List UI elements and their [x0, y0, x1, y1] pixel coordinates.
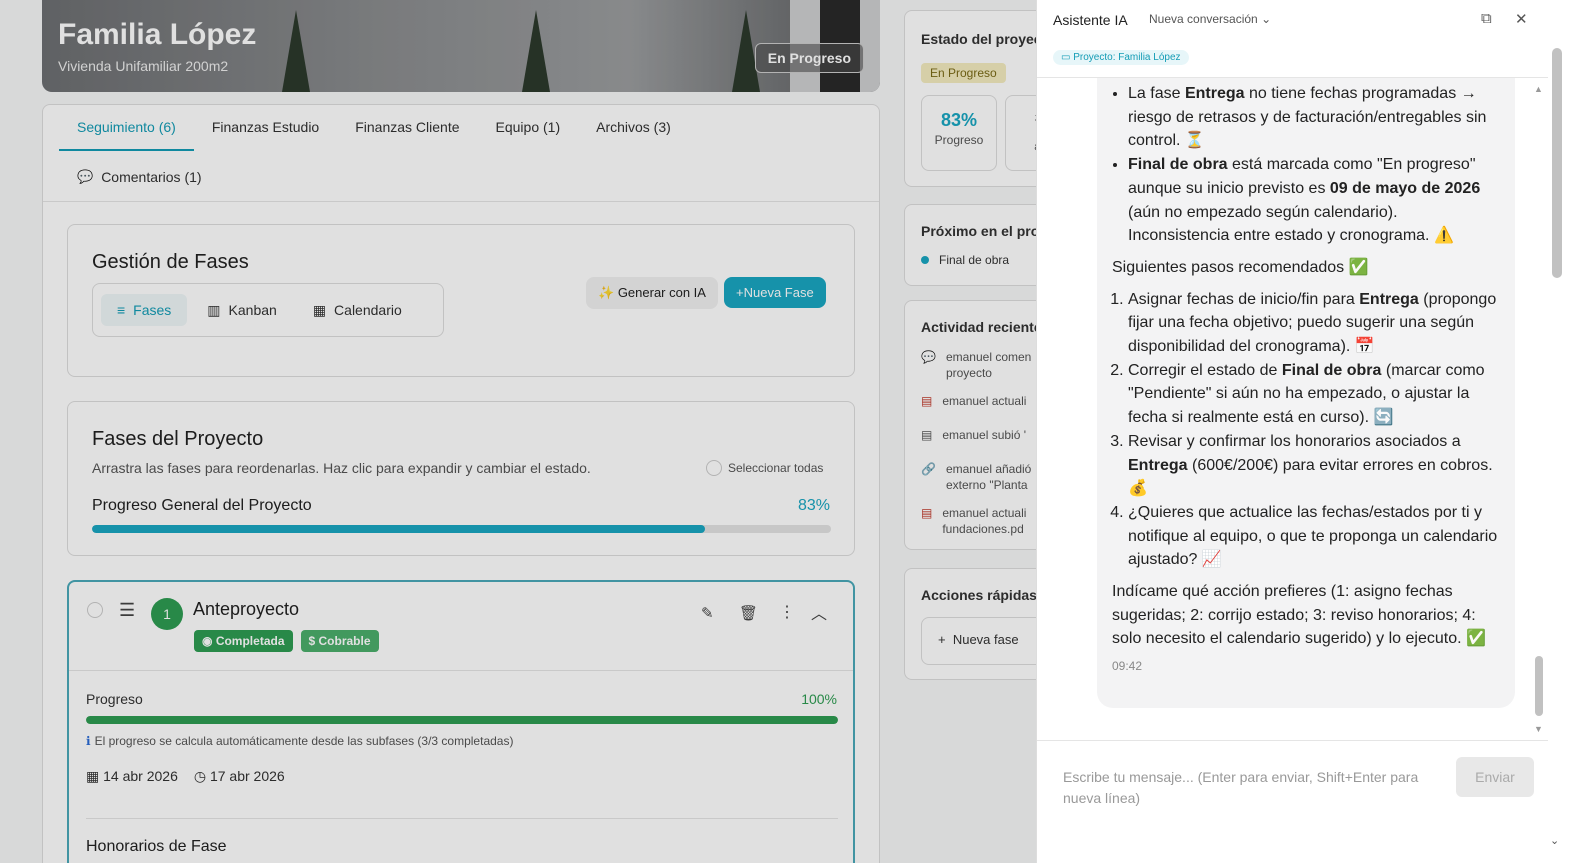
next-steps-list: Asignar fechas de inicio/fin para Entreg…	[1112, 288, 1500, 572]
assistant-panel: Asistente IA Nueva conversación ⌄ ⧉ ✕ ▭ …	[1036, 0, 1549, 863]
project-context-chip[interactable]: ▭ Proyecto: Familia López	[1053, 50, 1189, 65]
composer: Escribe tu mensaje... (Enter para enviar…	[1037, 740, 1549, 863]
message-bullets: La fase Entrega no tiene fechas programa…	[1112, 82, 1500, 248]
message-bullet: Final de obra está marcada como "En prog…	[1128, 153, 1500, 248]
next-step: Revisar y confirmar los honorarios asoci…	[1128, 430, 1500, 501]
conversation-dropdown[interactable]: Nueva conversación ⌄	[1149, 12, 1271, 26]
text-span: (aún no empezado según calendario). Inco…	[1128, 203, 1454, 245]
page-scroll-down-icon[interactable]: ⌄	[1550, 834, 1559, 847]
assistant-message: La fase Entrega no tiene fechas programa…	[1097, 78, 1515, 708]
message-scrollbar[interactable]: ▲ ▼	[1534, 84, 1544, 734]
message-timestamp: 09:42	[1112, 659, 1143, 674]
scrollbar-thumb[interactable]	[1535, 656, 1543, 716]
modal-overlay[interactable]	[0, 0, 1036, 863]
open-external-icon[interactable]: ⧉	[1481, 10, 1492, 27]
chevron-down-icon: ⌄	[1261, 12, 1272, 26]
bold-text: 09 de mayo de 2026	[1329, 179, 1481, 197]
bold-text: Entrega	[1128, 456, 1188, 474]
bold-text: Entrega	[1184, 85, 1245, 102]
send-button[interactable]: Enviar	[1456, 757, 1534, 797]
assistant-header: Asistente IA Nueva conversación ⌄ ⧉ ✕ ▭ …	[1037, 0, 1549, 78]
assistant-title: Asistente IA	[1053, 12, 1128, 28]
next-step: Asignar fechas de inicio/fin para Entreg…	[1128, 288, 1500, 359]
bold-text: Final de obra	[1128, 156, 1228, 174]
project-context-label: Proyecto: Familia López	[1073, 52, 1181, 63]
text-span: Corregir el estado de	[1128, 361, 1282, 379]
text-span: La fase	[1128, 85, 1185, 102]
text-span: ¿Quieres que actualice las fechas/estado…	[1128, 503, 1498, 569]
next-step: Corregir el estado de Final de obra (mar…	[1128, 359, 1500, 430]
text-span: Revisar y confirmar los honorarios asoci…	[1128, 432, 1461, 450]
text-span: Asignar fechas de inicio/fin para	[1128, 290, 1360, 308]
next-step: ¿Quieres que actualice las fechas/estado…	[1128, 501, 1500, 572]
message-input[interactable]: Escribe tu mensaje... (Enter para enviar…	[1053, 763, 1457, 823]
scroll-up-icon[interactable]: ▲	[1534, 84, 1543, 94]
scroll-down-icon[interactable]: ▼	[1534, 724, 1543, 734]
closing-text: Indícame qué acción prefieres (1: asigno…	[1112, 583, 1486, 648]
folder-icon: ▭	[1061, 52, 1071, 63]
bold-text: Entrega	[1359, 290, 1419, 308]
close-icon[interactable]: ✕	[1515, 10, 1528, 28]
next-steps-heading: Siguientes pasos recomendados ✅	[1112, 258, 1369, 276]
page-scrollbar-thumb[interactable]	[1552, 48, 1562, 278]
bold-text: Final de obra	[1281, 361, 1382, 379]
message-bullet: La fase Entrega no tiene fechas programa…	[1128, 82, 1500, 153]
conversation-label: Nueva conversación	[1149, 12, 1258, 26]
